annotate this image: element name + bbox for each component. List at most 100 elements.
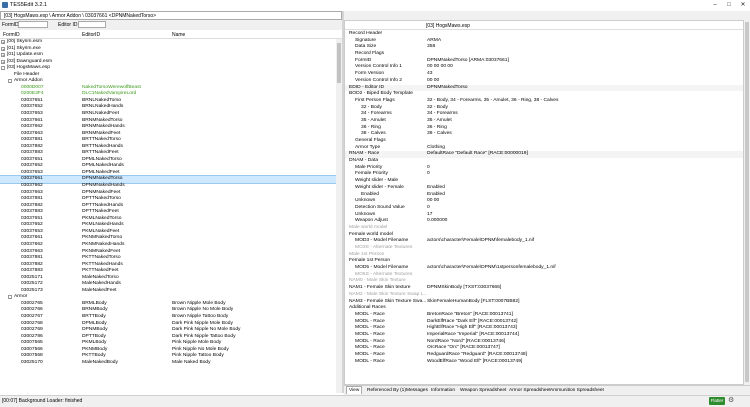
field-row[interactable]: General Flags bbox=[345, 138, 743, 145]
maximize-button[interactable]: □ bbox=[722, 0, 736, 11]
field-name: MO3S - Alternate Textures bbox=[355, 245, 413, 250]
field-name: MODL - Race bbox=[355, 331, 385, 337]
field-value: 00 00 bbox=[427, 77, 440, 83]
record-list-header: FormID EditorID Name bbox=[0, 31, 342, 39]
field-row[interactable]: 32 - Body 32 - Body bbox=[345, 105, 743, 112]
field-row[interactable]: Version Control Info 1 00 00 00 00 bbox=[345, 64, 743, 71]
field-row[interactable]: FormID DPNMNakedTorso [ARMA:03037661] bbox=[345, 58, 743, 65]
field-row[interactable]: Version Control Info 2 00 00 bbox=[345, 77, 743, 85]
field-name: MODL - Race bbox=[355, 358, 385, 364]
field-row[interactable]: Armor Type Clothing bbox=[345, 145, 743, 152]
gear-icon[interactable]: ⚙ bbox=[728, 397, 734, 405]
field-row[interactable]: 38 - Calves 38 - Calves bbox=[345, 131, 743, 138]
field-row[interactable]: Unknown 00 00 bbox=[345, 198, 743, 205]
expand-icon[interactable]: + bbox=[1, 59, 5, 64]
field-row[interactable]: MODL - Race RedguardRace "Redguard" [RACE… bbox=[345, 352, 743, 359]
field-name: 35 - Amulet bbox=[361, 117, 386, 123]
scrollbar-thumb[interactable] bbox=[745, 22, 749, 382]
minimize-button[interactable]: – bbox=[708, 0, 722, 11]
field-row[interactable]: RNAM - Race DefaultRace "Default Race" [R… bbox=[345, 151, 743, 159]
view-tabs: View Referenced By (1) Messages Information… bbox=[344, 385, 750, 395]
field-row[interactable]: NAM2 - Male Skin Texture Swap L... bbox=[345, 292, 743, 299]
field-name: MODL - Race bbox=[355, 345, 385, 351]
field-row[interactable]: Weapon Adjust 0.000000 bbox=[345, 218, 743, 225]
field-row[interactable]: Record Flags bbox=[345, 51, 743, 58]
field-row[interactable]: Record Header bbox=[345, 31, 743, 38]
field-row[interactable]: NAM1 - Female Skin texture DPNMSkinBody [… bbox=[345, 285, 743, 292]
field-row[interactable]: Additional Races bbox=[345, 305, 743, 312]
field-value: 34 - Forearms bbox=[427, 111, 458, 117]
field-row[interactable]: MODL - Race NordRace "Nord" [RACE:0001374… bbox=[345, 339, 743, 346]
status-badge[interactable]: Flatter bbox=[709, 397, 725, 405]
field-name: Male world model bbox=[349, 224, 388, 230]
field-row[interactable]: MOD5 - Model Filename actors\character\Fe… bbox=[345, 265, 743, 272]
field-row[interactable]: 36 - Ring 36 - Ring bbox=[345, 125, 743, 132]
field-row[interactable]: Weight slider - Female Enabled bbox=[345, 185, 743, 192]
collapse-icon[interactable]: - bbox=[8, 79, 12, 84]
column-editorid[interactable]: EditorID bbox=[82, 32, 100, 38]
field-value: 38 - Calves bbox=[427, 131, 452, 137]
tab-armor-spreadsheet[interactable]: Armor Spreadsheet bbox=[507, 387, 553, 394]
field-value: BretonRace "Breton" [RACE:00013741] bbox=[427, 311, 513, 317]
field-name: 38 - Calves bbox=[361, 131, 386, 137]
tab-messages[interactable]: Messages bbox=[404, 387, 430, 394]
field-name: MOD5 - Model Filename bbox=[355, 265, 409, 271]
editorid-input[interactable] bbox=[78, 21, 106, 28]
field-row[interactable]: MODL - Race DarkElfRace "Dark Elf" [RACE:… bbox=[345, 319, 743, 326]
field-name: Detection Sound Value bbox=[355, 204, 405, 210]
field-row[interactable]: Signature ARMA bbox=[345, 38, 743, 45]
close-button[interactable]: ✕ bbox=[736, 0, 750, 11]
field-value: HighElfRace "High Elf" [RACE:00013743] bbox=[427, 325, 517, 331]
field-row[interactable]: BOD2 - Biped Body Template bbox=[345, 91, 743, 98]
tab-information[interactable]: Information bbox=[429, 387, 457, 394]
formid-input[interactable] bbox=[18, 21, 48, 28]
field-row[interactable]: 34 - Forearms 34 - Forearms bbox=[345, 111, 743, 118]
field-row[interactable]: Male world model bbox=[345, 224, 743, 232]
field-row[interactable]: MODL - Race HighElfRace "High Elf" [RACE:… bbox=[345, 325, 743, 332]
field-row[interactable]: Enabled Enabled bbox=[345, 192, 743, 199]
record-path: [03] HogsMaws.esp \ Armor Addon \ 030376… bbox=[4, 13, 157, 19]
field-name: Form Version bbox=[355, 71, 385, 77]
expand-icon[interactable]: + bbox=[1, 53, 5, 58]
field-row[interactable]: Male 1st Person bbox=[345, 252, 743, 259]
record-path-bar[interactable]: [03] HogsMaws.esp \ Armor Addon \ 030376… bbox=[0, 11, 342, 20]
field-row[interactable]: MODL - Race WoodElfRace "Wood Elf" [RACE:… bbox=[345, 358, 743, 366]
field-row[interactable]: MO3S - Alternate Textures bbox=[345, 245, 743, 252]
field-value: RedguardRace "Redguard" [RACE:00013748] bbox=[427, 352, 527, 357]
collapse-icon[interactable]: - bbox=[1, 66, 5, 71]
tab-weapon-spreadsheet[interactable]: Weapon Spreadsheet bbox=[458, 387, 508, 394]
field-row[interactable]: DNAM - Data bbox=[345, 158, 743, 165]
tree-row[interactable]: 03025170 MaleNakedBody Male Naked Body bbox=[0, 360, 336, 367]
field-row[interactable]: Weight slider - Male bbox=[345, 178, 743, 185]
field-value: ImperialRace "Imperial" [RACE:00013744] bbox=[427, 331, 519, 337]
column-formid[interactable]: FormID bbox=[3, 32, 20, 38]
field-row[interactable]: NAM3 - Female Skin Texture Swa... SkinFem… bbox=[345, 299, 743, 306]
field-row[interactable]: Form Version 43 bbox=[345, 71, 743, 78]
field-row[interactable]: Unknown 17 bbox=[345, 212, 743, 219]
field-row[interactable]: Female Priority 0 bbox=[345, 171, 743, 178]
field-row[interactable]: MOD3 - Model Filename actors\character\Fe… bbox=[345, 238, 743, 245]
expand-icon[interactable]: + bbox=[1, 40, 5, 45]
field-row[interactable]: MODL - Race OrcRace "Orc" [RACE:00013747] bbox=[345, 345, 743, 352]
field-row[interactable]: MODL - Race ImperialRace "Imperial" [RACE… bbox=[345, 331, 743, 339]
tab-referenced-by-1[interactable]: Referenced By (1) bbox=[365, 387, 408, 394]
field-value: DPNMSkinBody [TXST:03037666] bbox=[427, 285, 502, 291]
field-row[interactable]: Data Size 358 bbox=[345, 44, 743, 51]
field-row[interactable]: Male Priority 0 bbox=[345, 165, 743, 172]
tab-ammunition-spreadsheet[interactable]: Ammunition Spreadsheet bbox=[548, 387, 606, 394]
expand-icon[interactable]: + bbox=[1, 46, 5, 51]
tree-name: Male Naked Body bbox=[172, 359, 211, 365]
record-tree[interactable]: + [00] Skyrim.esm + [01] Skyrim.exe + [01] Up… bbox=[0, 39, 336, 393]
tab-view[interactable]: View bbox=[346, 386, 363, 394]
field-row[interactable]: Detection Sound Value 0 bbox=[345, 204, 743, 212]
field-row[interactable]: MODL - Race BretonRace "Breton" [RACE:000… bbox=[345, 311, 743, 319]
field-row[interactable]: First Person Flags 32 - Body, 34 - Forear… bbox=[345, 98, 743, 105]
record-view[interactable]: [03] HogsMaws.esp Record Header Signature… bbox=[344, 20, 744, 385]
app-icon bbox=[2, 2, 8, 8]
field-row[interactable]: 35 - Amulet 35 - Amulet bbox=[345, 117, 743, 125]
record-view-scrollbar[interactable] bbox=[744, 20, 750, 385]
scrollbar-thumb[interactable] bbox=[337, 43, 341, 83]
field-value: actors\character\Female\DPNM\1stpersonfe… bbox=[427, 265, 556, 271]
column-name[interactable]: Name bbox=[172, 32, 185, 38]
collapse-icon[interactable]: - bbox=[8, 295, 12, 300]
